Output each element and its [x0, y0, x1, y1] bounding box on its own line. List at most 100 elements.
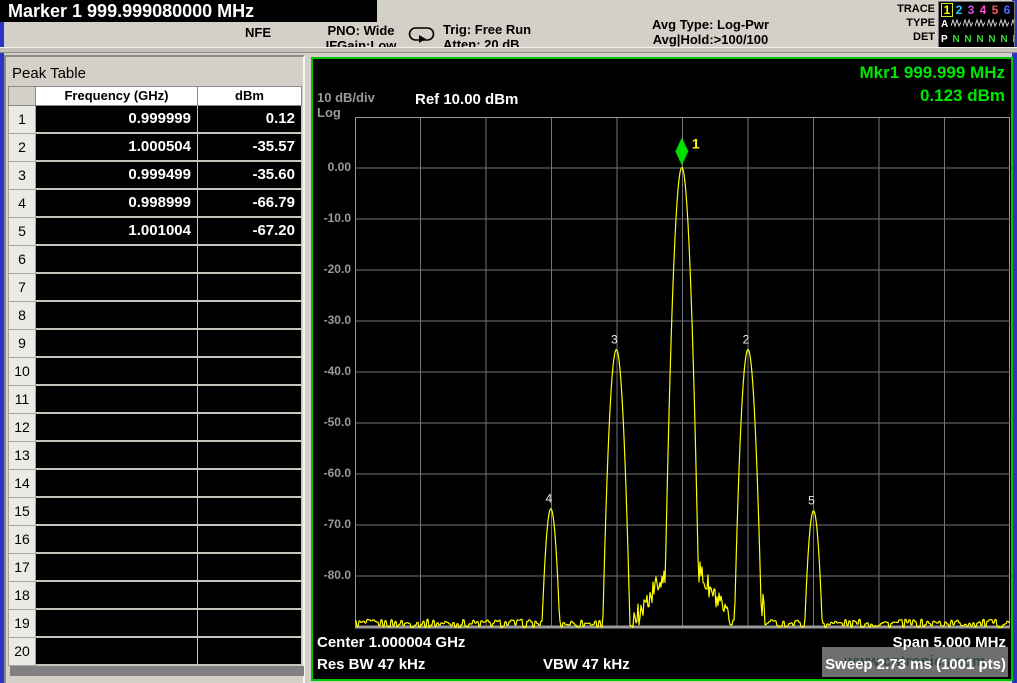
trace-legend-box: 123456 A PNNNNNN — [938, 1, 1015, 48]
row-frequency — [36, 470, 198, 498]
table-row: 8 — [8, 302, 302, 330]
graticule-chart: 12345 — [355, 117, 1010, 634]
row-dbm — [198, 498, 302, 526]
peak-table-title: Peak Table — [12, 65, 86, 82]
row-frequency — [36, 610, 198, 638]
row-frequency: 0.999499 — [36, 162, 198, 190]
row-dbm — [198, 330, 302, 358]
row-frequency: 0.998999 — [36, 190, 198, 218]
trace-4-type-icon — [986, 18, 998, 31]
trace-3-number[interactable]: 3 — [965, 3, 977, 17]
table-row: 13 — [8, 442, 302, 470]
det-prefix: P — [941, 34, 950, 45]
y-tick-label: -40.0 — [313, 364, 351, 378]
average-indicator[interactable]: Avg Type: Log-Pwr Avg|Hold:>100/100 — [628, 17, 793, 47]
trace-1-detector: N — [950, 34, 962, 45]
row-index: 2 — [8, 134, 36, 162]
peak-table: Frequency (GHz) dBm 10.9999990.1221.0005… — [8, 86, 302, 676]
trace-4-detector: N — [986, 34, 998, 45]
row-dbm — [198, 526, 302, 554]
row-dbm: -35.60 — [198, 162, 302, 190]
row-dbm — [198, 554, 302, 582]
marker1-readout: Mkr1 999.999 MHz 0.123 dBm — [859, 61, 1005, 107]
row-index: 15 — [8, 498, 36, 526]
row-index: 8 — [8, 302, 36, 330]
row-dbm — [198, 442, 302, 470]
row-index: 7 — [8, 274, 36, 302]
analyzer-screen: Marker 1 999.999080000 MHz NFE PNO: Wide… — [0, 0, 1017, 683]
row-frequency — [36, 638, 198, 666]
vbw-annotation[interactable]: VBW 47 kHz — [543, 656, 630, 673]
scale-annotation[interactable]: 10 dB/div Log — [317, 90, 375, 120]
span-annotation[interactable]: Span 5.000 MHz — [893, 634, 1006, 651]
table-row: 15 — [8, 498, 302, 526]
pno-setting: PNO: Wide — [313, 23, 409, 38]
trace-3-detector: N — [974, 34, 986, 45]
trace-4-number[interactable]: 4 — [977, 3, 989, 17]
table-row: 9 — [8, 330, 302, 358]
row-index: 16 — [8, 526, 36, 554]
trace-2-detector: N — [962, 34, 974, 45]
peak-number-label: 5 — [808, 494, 815, 508]
trace-1-type-icon — [950, 18, 962, 31]
row-index: 9 — [8, 330, 36, 358]
row-dbm — [198, 582, 302, 610]
trace-6-number[interactable]: 6 — [1001, 3, 1013, 17]
row-dbm: 0.12 — [198, 106, 302, 134]
trace-5-number[interactable]: 5 — [989, 3, 1001, 17]
y-tick-label: -30.0 — [313, 313, 351, 327]
row-dbm — [198, 414, 302, 442]
row-frequency: 1.001004 — [36, 218, 198, 246]
row-dbm — [198, 638, 302, 666]
row-dbm: -67.20 — [198, 218, 302, 246]
table-row: 21.000504-35.57 — [8, 134, 302, 162]
trace-number-row: 123456 — [939, 2, 1014, 17]
row-frequency — [36, 246, 198, 274]
nfe-indicator[interactable]: NFE — [234, 25, 282, 40]
y-tick-label: -10.0 — [313, 211, 351, 225]
trace-row-label: TRACE — [870, 3, 935, 15]
ref-level-annotation[interactable]: Ref 10.00 dBm — [415, 91, 518, 108]
table-row: 16 — [8, 526, 302, 554]
det-row-label: DET — [870, 31, 935, 43]
col-header-index — [8, 86, 36, 106]
row-dbm — [198, 302, 302, 330]
col-header-frequency: Frequency (GHz) — [36, 86, 198, 106]
avg-type-setting: Avg Type: Log-Pwr — [628, 17, 793, 32]
row-dbm — [198, 610, 302, 638]
y-tick-label: -50.0 — [313, 415, 351, 429]
row-frequency — [36, 554, 198, 582]
row-dbm — [198, 358, 302, 386]
y-tick-label: 0.00 — [313, 160, 351, 174]
row-index: 11 — [8, 386, 36, 414]
avg-hold-count: Avg|Hold:>100/100 — [628, 32, 793, 47]
trace-2-number[interactable]: 2 — [953, 3, 965, 17]
row-frequency: 0.999999 — [36, 106, 198, 134]
system-settings-strip: NFE PNO: Wide IFGain:Low Trig: Free Run … — [0, 22, 1017, 47]
row-index: 3 — [8, 162, 36, 190]
marker1-label: 1 — [692, 135, 700, 151]
marker1-frequency: Mkr1 999.999 MHz — [859, 61, 1005, 84]
row-index: 6 — [8, 246, 36, 274]
peak-number-label: 4 — [546, 492, 553, 506]
continuous-sweep-icon[interactable] — [408, 26, 435, 46]
active-function-readout: Marker 1 999.999080000 MHz — [0, 0, 377, 22]
row-dbm: -35.57 — [198, 134, 302, 162]
trace-1-number[interactable]: 1 — [941, 3, 953, 17]
trace-5-detector: N — [998, 34, 1010, 45]
row-frequency — [36, 274, 198, 302]
y-tick-label: -70.0 — [313, 517, 351, 531]
center-freq-annotation[interactable]: Center 1.000004 GHz — [317, 634, 465, 651]
table-row: 40.998999-66.79 — [8, 190, 302, 218]
row-frequency — [36, 526, 198, 554]
y-tick-label: -20.0 — [313, 262, 351, 276]
sweep-annotation[interactable]: Sweep 2.73 ms (1001 pts) — [825, 656, 1006, 673]
table-row: 20 — [8, 638, 302, 666]
table-row: 17 — [8, 554, 302, 582]
marker1-amplitude: 0.123 dBm — [859, 84, 1005, 107]
rbw-annotation[interactable]: Res BW 47 kHz — [317, 656, 425, 673]
row-index: 14 — [8, 470, 36, 498]
row-frequency — [36, 358, 198, 386]
row-index: 12 — [8, 414, 36, 442]
row-frequency — [36, 442, 198, 470]
